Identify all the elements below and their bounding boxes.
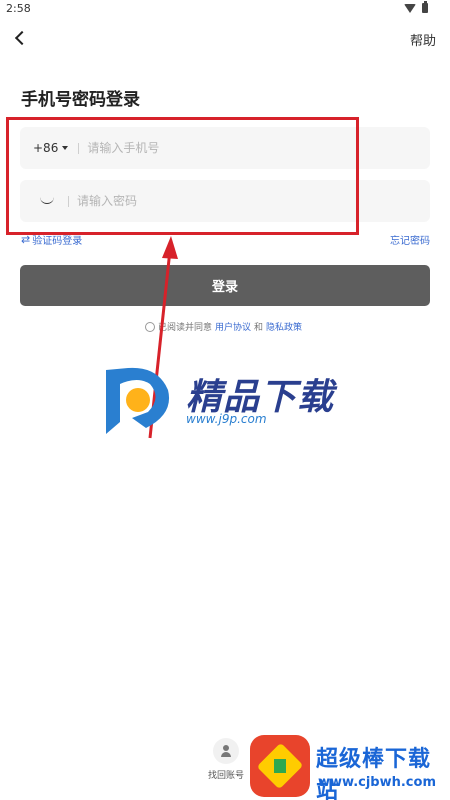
code-login-label: 验证码登录: [32, 236, 83, 247]
person-icon: [221, 745, 231, 757]
privacy-policy-link[interactable]: 隐私政策: [266, 320, 302, 333]
status-bar: 2:58: [0, 0, 450, 20]
watermark-bottom-url: www.cjbwh.com: [318, 775, 436, 790]
eye-closed-icon[interactable]: [40, 197, 54, 205]
wifi-icon: [404, 3, 416, 13]
forgot-password-link[interactable]: 忘记密码: [390, 232, 430, 247]
password-field: [20, 180, 430, 222]
back-button[interactable]: [10, 28, 30, 48]
phone-input[interactable]: [87, 141, 348, 155]
status-time: 2:58: [6, 2, 31, 15]
field-divider: [68, 195, 69, 207]
caret-down-icon: [62, 146, 69, 150]
battery-icon: [422, 1, 428, 13]
page-title: 手机号密码登录: [21, 90, 140, 110]
password-input[interactable]: [77, 194, 337, 208]
agreement-radio[interactable]: [145, 321, 155, 332]
agreement-and: 和: [254, 323, 264, 333]
recover-account-label: 找回账号: [207, 771, 244, 781]
agreement-prefix: 已阅读并同意: [158, 323, 213, 333]
user-agreement-link[interactable]: 用户协议: [215, 320, 251, 333]
arrow-head: [162, 236, 178, 259]
watermark-center: 精品下载 www.j9p.com: [98, 362, 358, 442]
help-link[interactable]: 帮助: [410, 30, 436, 49]
recover-account-button[interactable]: 找回账号: [204, 738, 248, 781]
watermark-bottom: 超级棒下载站 www.cjbwh.com: [248, 735, 450, 800]
login-button[interactable]: 登录: [20, 265, 430, 306]
country-code-label: +86: [33, 141, 59, 155]
country-code-selector[interactable]: +86: [33, 141, 69, 155]
swap-icon: ⇄: [21, 233, 31, 246]
phone-field: +86: [20, 127, 430, 169]
chevron-left-icon: [14, 30, 30, 46]
code-login-link[interactable]: ⇄ 验证码登录: [21, 232, 82, 247]
recover-account-icon: [213, 738, 239, 764]
agreement-row: 已阅读并同意 用户协议 和 隐私政策: [145, 320, 302, 333]
watermark-center-url: www.j9p.com: [186, 412, 267, 426]
watermark-bottom-logo: [250, 735, 310, 797]
field-divider: [78, 142, 80, 154]
status-icons: [404, 1, 428, 13]
watermark-center-logo: [106, 367, 170, 434]
watermark-bottom-text: 超级棒下载站: [316, 747, 432, 800]
